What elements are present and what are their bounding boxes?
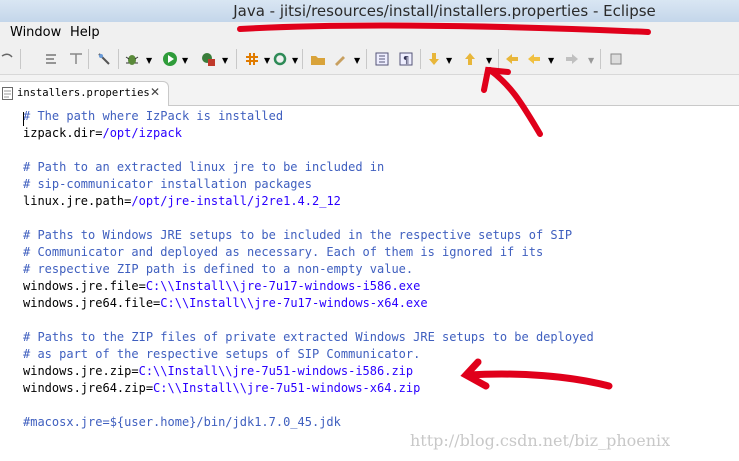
annotation-overlay bbox=[237, 22, 651, 390]
red-arrow-line-annotation bbox=[464, 370, 613, 390]
red-underline-annotation bbox=[237, 22, 651, 35]
red-arrow-toolbar-annotation bbox=[487, 67, 543, 137]
